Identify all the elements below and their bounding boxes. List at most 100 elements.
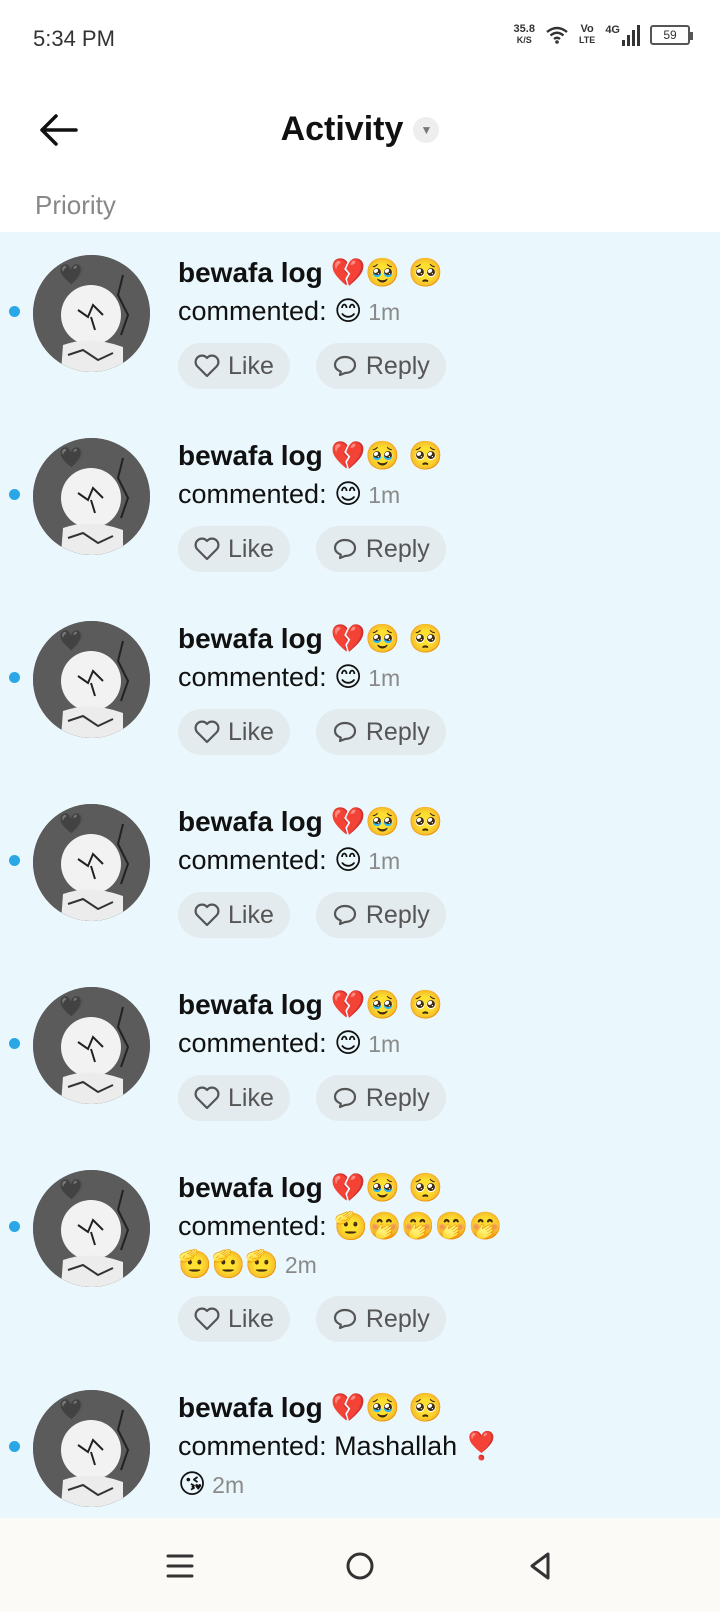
reply-label: Reply: [365, 351, 430, 380]
list-item[interactable]: 🖤 bewafa log 💔🥹 🥺 commented: 😊 1m Like Re…: [0, 415, 720, 598]
reply-button[interactable]: Reply: [315, 343, 446, 389]
comment-text: commented: 😊 1m: [178, 1024, 690, 1063]
avatar[interactable]: 🖤: [33, 621, 150, 738]
unread-dot: [9, 855, 20, 866]
username[interactable]: bewafa log 💔🥹 🥺: [178, 1389, 530, 1427]
status-time: 5:34 PM: [33, 26, 115, 51]
unread-dot: [9, 489, 20, 500]
reply-button[interactable]: Reply: [315, 709, 446, 755]
comment-body: commented: 😊: [178, 296, 363, 326]
list-item[interactable]: 🖤 bewafa log 💔🥹 🥺 commented: Mashallah ❣…: [0, 1367, 720, 1518]
like-label: Like: [228, 900, 274, 929]
net-speed-unit: K/S: [516, 35, 532, 45]
username[interactable]: bewafa log 💔🥹 🥺: [178, 254, 690, 292]
timestamp: 1m: [368, 482, 401, 508]
list-item[interactable]: 🖤 bewafa log 💔🥹 🥺 commented: 😊 1m Like Re…: [0, 964, 720, 1147]
timestamp: 2m: [284, 1252, 317, 1278]
reply-button[interactable]: Reply: [315, 1296, 446, 1342]
avatar[interactable]: 🖤: [33, 987, 150, 1104]
list-item[interactable]: 🖤 bewafa log 💔🥹 🥺 commented: 🫡🤭🤭🤭🤭 🫡🫡🫡 2m…: [0, 1147, 720, 1367]
app-header: Activity ▼: [0, 80, 720, 180]
username[interactable]: bewafa log 💔🥹 🥺: [178, 986, 690, 1024]
timestamp: 1m: [368, 299, 401, 325]
like-label: Like: [228, 717, 274, 746]
notification-content: bewafa log 💔🥹 🥺 commented: 😊 1m Like Repl…: [178, 803, 690, 938]
reply-label: Reply: [365, 1304, 430, 1333]
reply-label: Reply: [365, 534, 430, 563]
status-icons: 35.8 K/S Vo LTE 4G 59: [514, 24, 693, 46]
reply-button[interactable]: Reply: [315, 892, 446, 938]
section-label-priority: Priority: [35, 190, 116, 220]
svg-text:🖤: 🖤: [59, 995, 84, 1018]
comment-body: commented: 🫡🤭🤭🤭🤭 🫡🫡🫡: [178, 1211, 503, 1279]
notification-content: bewafa log 💔🥹 🥺 commented: Mashallah ❣️ …: [178, 1389, 530, 1504]
battery-icon: 59: [650, 25, 693, 45]
timestamp: 2m: [212, 1472, 245, 1498]
avatar[interactable]: 🖤: [33, 438, 150, 555]
volte-bottom: LTE: [578, 35, 596, 45]
like-button[interactable]: Like: [178, 343, 290, 389]
chat-bubble-icon: [333, 538, 356, 560]
list-item[interactable]: 🖤 bewafa log 💔🥹 🥺 commented: 😊 1m Like Re…: [0, 232, 720, 415]
svg-text:🖤: 🖤: [59, 629, 84, 652]
avatar[interactable]: 🖤: [33, 804, 150, 921]
comment-body: commented: 😊: [178, 479, 363, 509]
back-triangle-icon[interactable]: [520, 1546, 560, 1586]
action-row: Like Reply: [178, 1296, 530, 1342]
like-button[interactable]: Like: [178, 709, 290, 755]
notification-content: bewafa log 💔🥹 🥺 commented: 🫡🤭🤭🤭🤭 🫡🫡🫡 2m L…: [178, 1169, 530, 1342]
action-row: Like Reply: [178, 709, 690, 755]
svg-text:🖤: 🖤: [59, 1178, 84, 1201]
like-button[interactable]: Like: [178, 526, 290, 572]
avatar[interactable]: 🖤: [33, 1390, 150, 1507]
heart-icon: [194, 354, 220, 378]
reply-label: Reply: [365, 717, 430, 746]
svg-text:🖤: 🖤: [59, 812, 84, 835]
reply-button[interactable]: Reply: [315, 526, 446, 572]
comment-text: commented: 😊 1m: [178, 658, 690, 697]
comment-text: commented: 😊 1m: [178, 841, 690, 880]
comment-text: commented: 😊 1m: [178, 292, 690, 331]
heart-icon: [194, 1307, 220, 1331]
like-button[interactable]: Like: [178, 1075, 290, 1121]
username[interactable]: bewafa log 💔🥹 🥺: [178, 1169, 530, 1207]
heart-icon: [194, 903, 220, 927]
menu-icon[interactable]: [160, 1546, 200, 1586]
chat-bubble-icon: [333, 355, 356, 377]
notification-list: 🖤 bewafa log 💔🥹 🥺 commented: 😊 1m Like Re…: [0, 232, 720, 1518]
comment-body: commented: 😊: [178, 662, 363, 692]
unread-dot: [9, 1441, 20, 1452]
net-speed: 35.8 K/S: [514, 24, 535, 46]
caret-down-icon: ▼: [413, 116, 440, 143]
home-circle-icon[interactable]: [340, 1546, 380, 1586]
battery-level: 59: [663, 28, 677, 42]
svg-text:🖤: 🖤: [59, 1398, 84, 1421]
status-bar: 5:34 PM 35.8 K/S Vo LTE 4G 59: [0, 0, 720, 80]
unread-dot: [9, 306, 20, 317]
like-label: Like: [228, 534, 274, 563]
avatar[interactable]: 🖤: [33, 255, 150, 372]
like-label: Like: [228, 1083, 274, 1112]
volte-indicator: Vo LTE: [579, 24, 595, 46]
username[interactable]: bewafa log 💔🥹 🥺: [178, 437, 690, 475]
net-speed-value: 35.8: [513, 23, 535, 35]
notification-content: bewafa log 💔🥹 🥺 commented: 😊 1m Like Repl…: [178, 437, 690, 572]
heart-icon: [194, 720, 220, 744]
action-row: Like Reply: [178, 892, 690, 938]
notification-content: bewafa log 💔🥹 🥺 commented: 😊 1m Like Repl…: [178, 986, 690, 1121]
title-dropdown[interactable]: Activity ▼: [0, 110, 720, 149]
action-row: Like Reply: [178, 526, 690, 572]
signal-bars-icon: [622, 24, 640, 46]
comment-text: commented: 🫡🤭🤭🤭🤭 🫡🫡🫡 2m: [178, 1207, 530, 1284]
like-button[interactable]: Like: [178, 1296, 290, 1342]
reply-label: Reply: [365, 900, 430, 929]
avatar[interactable]: 🖤: [33, 1170, 150, 1287]
username[interactable]: bewafa log 💔🥹 🥺: [178, 803, 690, 841]
timestamp: 1m: [368, 1031, 401, 1057]
list-item[interactable]: 🖤 bewafa log 💔🥹 🥺 commented: 😊 1m Like Re…: [0, 781, 720, 964]
list-item[interactable]: 🖤 bewafa log 💔🥹 🥺 commented: 😊 1m Like Re…: [0, 598, 720, 781]
like-label: Like: [228, 1304, 274, 1333]
username[interactable]: bewafa log 💔🥹 🥺: [178, 620, 690, 658]
reply-button[interactable]: Reply: [315, 1075, 446, 1121]
like-button[interactable]: Like: [178, 892, 290, 938]
